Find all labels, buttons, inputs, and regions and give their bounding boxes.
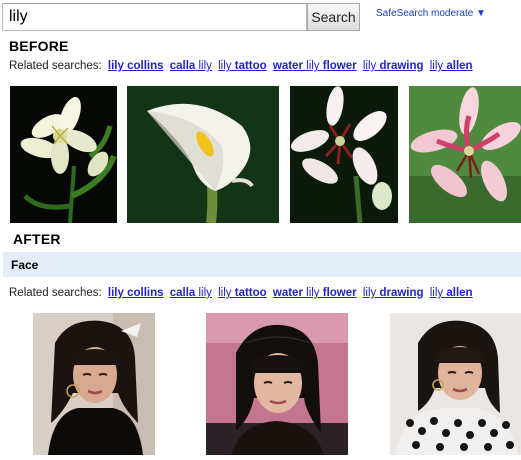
related-link-water-lily-flower[interactable]: water lily flower: [273, 60, 357, 72]
related-link-lily-drawing[interactable]: lily drawing: [363, 287, 424, 299]
portrait-image-3[interactable]: [390, 313, 521, 455]
calla-lily-image[interactable]: [127, 86, 279, 223]
related-label: Related searches:: [9, 60, 102, 72]
related-label: Related searches:: [9, 287, 102, 299]
face-filter-label: Face: [11, 258, 39, 272]
related-link-lily-tattoo[interactable]: lily tattoo: [218, 60, 267, 72]
related-link-lily-tattoo[interactable]: lily tattoo: [218, 287, 267, 299]
face-filter-bar[interactable]: Face: [3, 252, 521, 277]
white-lily-image[interactable]: [10, 86, 117, 223]
related-link-lily-collins[interactable]: lily collins: [108, 60, 164, 72]
pink-lily-image[interactable]: [409, 86, 521, 223]
related-link-lily-allen[interactable]: lily allen: [430, 60, 473, 72]
related-link-calla-lily[interactable]: calla lily: [170, 60, 212, 72]
search-button[interactable]: Search: [307, 3, 360, 31]
after-title: AFTER: [13, 231, 61, 247]
stargazer-lily-image[interactable]: [290, 86, 398, 223]
safesearch-dropdown[interactable]: SafeSearch moderate ▼: [376, 8, 486, 19]
before-title: BEFORE: [9, 38, 69, 54]
search-input[interactable]: [2, 3, 307, 31]
related-link-lily-collins[interactable]: lily collins: [108, 287, 164, 299]
related-link-lily-allen[interactable]: lily allen: [430, 287, 473, 299]
related-link-calla-lily[interactable]: calla lily: [170, 287, 212, 299]
portrait-image-1[interactable]: [33, 313, 155, 455]
related-link-water-lily-flower[interactable]: water lily flower: [273, 287, 357, 299]
portrait-image-2[interactable]: [206, 313, 348, 455]
related-searches-after: Related searches: lily collins calla lil…: [9, 287, 473, 299]
related-searches-before: Related searches: lily collins calla lil…: [9, 60, 473, 72]
related-link-lily-drawing[interactable]: lily drawing: [363, 60, 424, 72]
